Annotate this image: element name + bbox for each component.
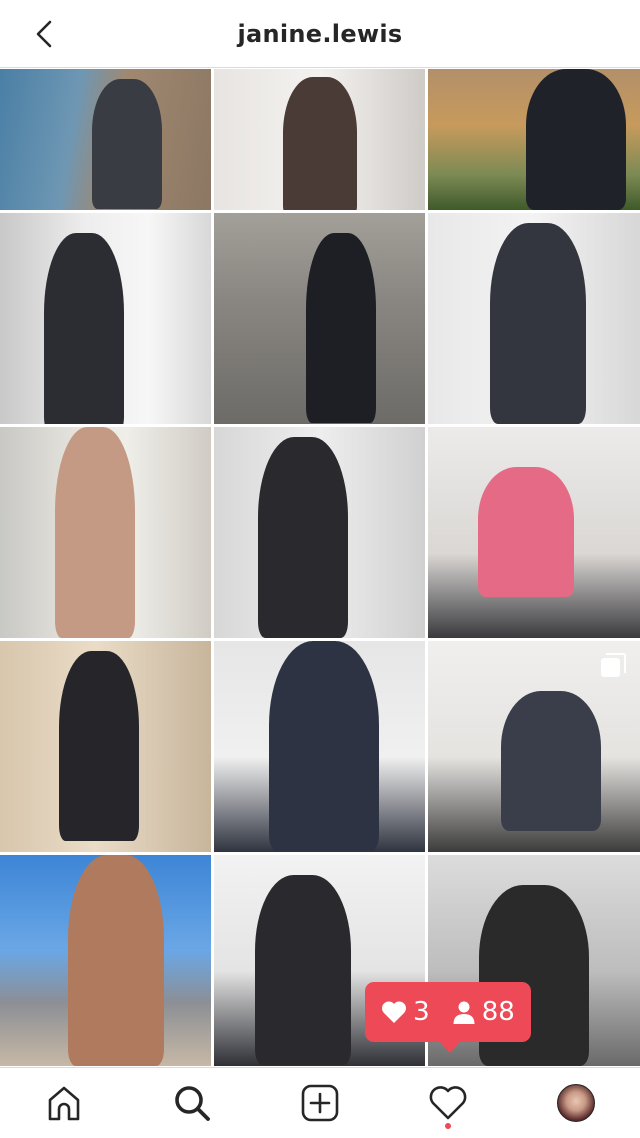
- tab-activity[interactable]: [416, 1071, 480, 1135]
- grid-photo[interactable]: [0, 213, 211, 424]
- grid-photo[interactable]: [428, 213, 640, 424]
- person-icon: [453, 1001, 475, 1024]
- search-icon: [175, 1086, 210, 1121]
- grid-photo[interactable]: [0, 641, 211, 852]
- grid-photo[interactable]: [214, 213, 425, 424]
- followers-count: 88: [481, 997, 515, 1027]
- top-bar: janine.lewis: [0, 0, 640, 68]
- tab-profile[interactable]: [544, 1071, 608, 1135]
- activity-notification-dot: [445, 1123, 451, 1129]
- photo-grid: [0, 69, 640, 1067]
- multiple-photos-icon: [601, 653, 626, 677]
- grid-photo[interactable]: [428, 427, 640, 638]
- grid-photo[interactable]: [428, 69, 640, 210]
- grid-photo[interactable]: [0, 69, 211, 210]
- home-icon: [48, 1086, 80, 1121]
- profile-username-title: janine.lewis: [237, 19, 403, 48]
- activity-notification-popup[interactable]: 3 88: [365, 982, 531, 1053]
- grid-photo[interactable]: [428, 641, 640, 852]
- followers-stat: 88: [452, 997, 515, 1027]
- avatar: [557, 1084, 595, 1122]
- chevron-left-icon: [36, 20, 52, 48]
- grid-photo[interactable]: [0, 427, 211, 638]
- tab-home[interactable]: [32, 1071, 96, 1135]
- tab-search[interactable]: [160, 1071, 224, 1135]
- grid-photo[interactable]: [214, 427, 425, 638]
- bottom-tab-bar: [0, 1067, 640, 1138]
- grid-photo[interactable]: [214, 641, 425, 852]
- grid-photo[interactable]: [214, 69, 425, 210]
- grid-photo[interactable]: [0, 855, 211, 1066]
- back-button[interactable]: [24, 14, 64, 54]
- plus-square-icon: [301, 1084, 339, 1122]
- likes-count: 3: [413, 997, 430, 1027]
- likes-stat: 3: [381, 997, 430, 1027]
- heart-icon: [382, 1001, 407, 1023]
- tab-new-post[interactable]: [288, 1071, 352, 1135]
- heart-outline-icon: [429, 1086, 467, 1120]
